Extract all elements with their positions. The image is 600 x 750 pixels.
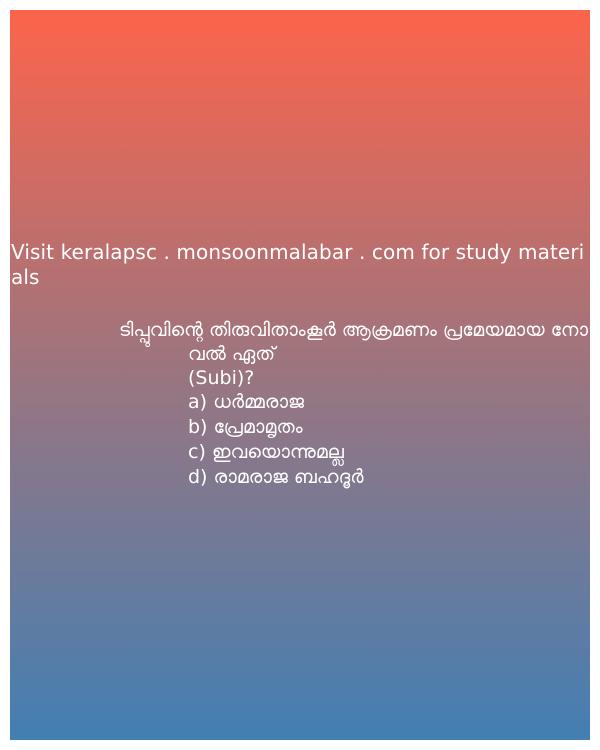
promo-text: Visit keralapsc . monsoonmalabar . com f… (11, 240, 585, 289)
option-a: a) ധർമ്മരാജ (188, 391, 304, 413)
question-text: ടിപ്പുവിന്റെ തിരുവിതാംകൂർ ആക്രമണം പ്രമേയ… (10, 318, 590, 390)
question-card: Visit keralapsc . monsoonmalabar . com f… (10, 10, 590, 740)
question-line-1: ടിപ്പുവിന്റെ തിരുവിതാംകൂർ ആക്രമണം പ്രമേയ… (118, 319, 588, 341)
option-c: c) ഇവയൊന്നുമല്ല (188, 441, 344, 463)
question-line-3: (Subi)? (188, 367, 255, 389)
option-d: d) രാമരാജ ബഹദൂർ (188, 466, 364, 488)
question-line-2: വൽ ഏത് (188, 343, 276, 365)
option-b: b) പ്രേമാമൃതം (188, 416, 303, 438)
options-list: a) ധർമ്മരാജ b) പ്രേമാമൃതം c) ഇവയൊന്നുമല്… (188, 390, 364, 490)
